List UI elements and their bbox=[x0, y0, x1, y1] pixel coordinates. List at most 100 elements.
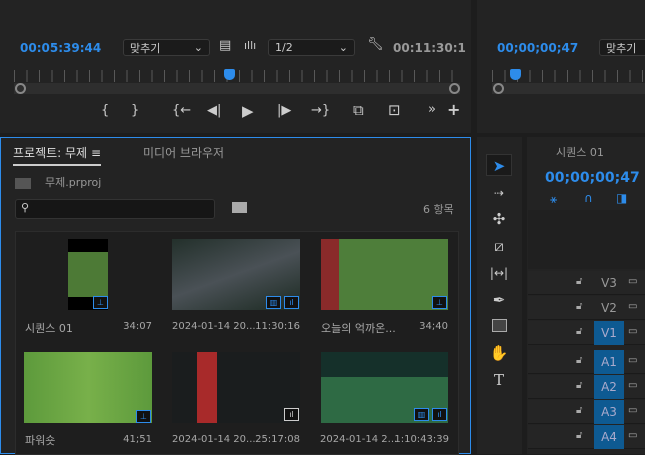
program-timecode[interactable]: 00;00;00;47 bbox=[497, 41, 578, 55]
sync-lock-icon[interactable]: ▭ bbox=[628, 301, 637, 312]
overwrite-button[interactable]: ⊡ bbox=[388, 101, 401, 119]
export-frame-icon[interactable]: ▤ bbox=[219, 38, 231, 53]
item-name: 파워숏 bbox=[25, 434, 56, 447]
slip-tool-icon[interactable]: |↔| bbox=[486, 262, 512, 284]
search-icon: ⚲ bbox=[21, 201, 30, 214]
track-a2: 🔓︎ A2 ▭ bbox=[528, 375, 645, 399]
program-scrollbar[interactable] bbox=[492, 83, 645, 94]
program-zoom-select[interactable]: 맞추기 bbox=[599, 39, 645, 56]
razor-tool-icon[interactable]: ⧄ bbox=[486, 235, 512, 257]
item-name: 시퀀스 01 bbox=[25, 322, 73, 335]
find-in-folder-icon[interactable] bbox=[232, 202, 247, 213]
video-icon: ▥ bbox=[414, 408, 429, 421]
sync-lock-icon[interactable]: ▭ bbox=[628, 276, 637, 287]
project-file-name: 무제.prproj bbox=[45, 176, 102, 189]
tab-project[interactable]: 프로젝트: 무제 ≡ bbox=[13, 144, 101, 166]
resolution-select[interactable]: 1/2 ⌄ bbox=[268, 39, 355, 56]
time-ruler[interactable] bbox=[14, 70, 460, 82]
track-target-toggle[interactable]: V2 bbox=[594, 296, 624, 320]
thumbnail bbox=[321, 239, 448, 310]
sync-lock-icon[interactable]: ▭ bbox=[628, 355, 637, 366]
video-icon: ▥ bbox=[266, 296, 281, 309]
chevron-down-icon: ⌄ bbox=[193, 41, 203, 54]
track-target-toggle[interactable]: A2 bbox=[594, 375, 624, 399]
hand-tool-icon[interactable]: ✋ bbox=[486, 342, 512, 364]
sequence-icon: ⊥ bbox=[93, 296, 108, 309]
go-to-in-button[interactable]: {← bbox=[172, 103, 191, 118]
lock-icon[interactable]: 🔓︎ bbox=[576, 405, 582, 416]
audio-waveform-icon[interactable]: ıllı bbox=[244, 39, 256, 52]
step-forward-button[interactable]: |▶ bbox=[277, 103, 291, 118]
item-duration: 1:10:43:39 bbox=[394, 434, 449, 445]
track-target-toggle[interactable]: A1 bbox=[594, 350, 624, 374]
program-scroll-handle[interactable] bbox=[493, 83, 504, 94]
track-select-tool-icon[interactable]: ⇢ bbox=[486, 182, 512, 204]
sequence-tab[interactable]: 시퀀스 01 bbox=[556, 144, 604, 160]
source-duration: 00:11:30:1 bbox=[393, 41, 466, 55]
track-a1: 🔓︎ A1 ▭ bbox=[528, 350, 645, 374]
track-target-toggle[interactable]: A3 bbox=[594, 400, 624, 424]
item-duration: 34;40 bbox=[419, 321, 448, 332]
go-to-out-button[interactable]: →} bbox=[311, 103, 330, 118]
play-button[interactable]: ▶ bbox=[242, 102, 254, 120]
pen-tool-icon[interactable]: ✒ bbox=[486, 289, 512, 311]
panel-menu-icon[interactable]: ≡ bbox=[91, 146, 101, 160]
playhead[interactable] bbox=[224, 69, 235, 80]
item-count: 6 항목 bbox=[423, 203, 454, 216]
folder-up-icon[interactable] bbox=[15, 178, 31, 189]
search-input[interactable]: ⚲ bbox=[15, 199, 215, 219]
audio-icon: ıl bbox=[284, 408, 299, 421]
track-v2: 🔓︎ V2 ▭ bbox=[528, 296, 645, 320]
lock-icon[interactable]: 🔓︎ bbox=[576, 326, 582, 337]
type-tool-icon[interactable]: T bbox=[486, 369, 512, 391]
item-duration: 25:17:08 bbox=[255, 434, 300, 445]
source-timecode[interactable]: 00:05:39:44 bbox=[20, 41, 101, 55]
track-a3: 🔓︎ A3 ▭ bbox=[528, 400, 645, 424]
item-duration: 41;51 bbox=[123, 434, 152, 445]
track-target-toggle[interactable]: V3 bbox=[594, 271, 624, 295]
insert-button[interactable]: ⧉ bbox=[353, 101, 364, 119]
timeline-timecode[interactable]: 00;00;00;47 bbox=[545, 170, 640, 186]
sync-lock-icon[interactable]: ▭ bbox=[628, 326, 637, 337]
timeline-header-area bbox=[528, 210, 645, 269]
thumbnail bbox=[24, 352, 152, 423]
ripple-edit-tool-icon[interactable]: ✣ bbox=[486, 208, 512, 230]
audio-icon: ıl bbox=[284, 296, 299, 309]
scroll-handle-left[interactable] bbox=[15, 83, 26, 94]
lock-icon[interactable]: 🔓︎ bbox=[576, 355, 582, 366]
add-button-editor[interactable]: + bbox=[447, 100, 460, 119]
item-duration: 11:30:16 bbox=[255, 321, 300, 332]
linked-selection-icon[interactable]: ◨ bbox=[616, 191, 627, 205]
rectangle-tool-icon[interactable] bbox=[486, 316, 512, 338]
snap-magnet-icon[interactable]: ∩ bbox=[584, 191, 593, 205]
lock-icon[interactable]: 🔓︎ bbox=[576, 276, 582, 287]
sync-lock-icon[interactable]: ▭ bbox=[628, 405, 637, 416]
program-playhead[interactable] bbox=[510, 69, 521, 80]
chevron-down-icon: ⌄ bbox=[338, 41, 348, 54]
step-back-button[interactable]: ◀| bbox=[207, 103, 221, 118]
scroll-handle-right[interactable] bbox=[449, 83, 460, 94]
tab-media-browser[interactable]: 미디어 브라우저 bbox=[143, 144, 224, 161]
track-target-toggle[interactable]: A4 bbox=[594, 425, 624, 449]
track-v1: 🔓︎ V1 ▭ bbox=[528, 321, 645, 345]
sync-lock-icon[interactable]: ▭ bbox=[628, 430, 637, 441]
source-monitor: 00:05:39:44 맞추기 ⌄ ▤ ıllı 1/2 ⌄ 🔧︎ 00:11:30… bbox=[0, 0, 471, 133]
lock-icon[interactable]: 🔓︎ bbox=[576, 380, 582, 391]
zoom-value: 맞추기 bbox=[130, 41, 161, 55]
lock-icon[interactable]: 🔓︎ bbox=[576, 430, 582, 441]
nest-icon[interactable]: ⚹ bbox=[550, 192, 557, 207]
zoom-select[interactable]: 맞추기 ⌄ bbox=[123, 39, 210, 56]
sequence-icon: ⊥ bbox=[136, 410, 151, 423]
sync-lock-icon[interactable]: ▭ bbox=[628, 380, 637, 391]
zoom-scrollbar[interactable] bbox=[14, 83, 460, 94]
track-target-toggle[interactable]: V1 bbox=[594, 321, 624, 345]
more-controls-button[interactable]: » bbox=[428, 102, 436, 117]
lock-icon[interactable]: 🔓︎ bbox=[576, 301, 582, 312]
audio-icon: ıl bbox=[432, 408, 447, 421]
wrench-icon[interactable]: 🔧︎ bbox=[367, 37, 384, 52]
mark-in-button[interactable]: { bbox=[101, 103, 109, 118]
mark-out-button[interactable]: } bbox=[131, 103, 139, 118]
selection-tool-icon[interactable]: ➤ bbox=[486, 154, 512, 176]
program-monitor: 00;00;00;47 맞추기 bbox=[477, 0, 645, 133]
item-name: 오늘의 억까온... bbox=[321, 322, 396, 335]
